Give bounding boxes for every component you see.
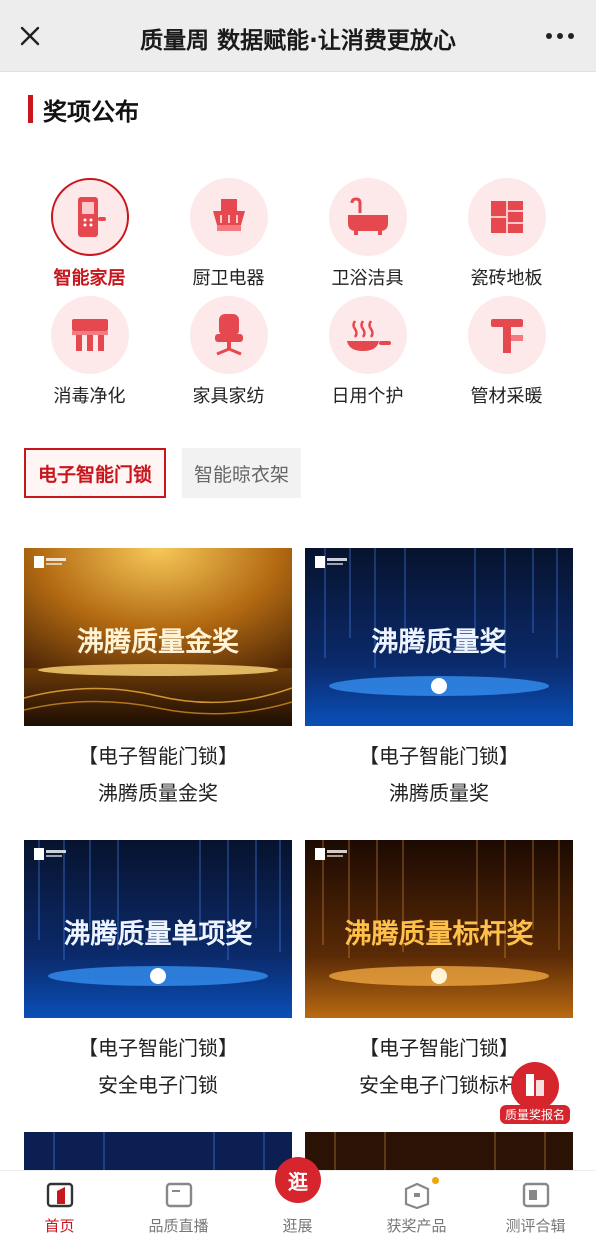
category-label: 卫浴洁具: [331, 268, 404, 289]
category-label: 消毒净化: [53, 386, 126, 407]
pan-icon: [328, 296, 407, 374]
category-furniture[interactable]: 家具家纺: [159, 296, 298, 408]
nav-label: 品质直播: [148, 1217, 209, 1235]
box-icon: [404, 1182, 429, 1209]
category-label: 家具家纺: [192, 386, 265, 407]
banner-title: 沸腾质量单项奖: [63, 919, 253, 950]
category-label: 智能家居: [53, 268, 126, 289]
category-daily-care[interactable]: 日用个护: [298, 296, 437, 408]
nav-label: 测评合辑: [505, 1217, 566, 1235]
section-title: 奖项公布: [43, 97, 139, 126]
banner-title: 沸腾质量标杆奖: [344, 919, 534, 950]
category-pipe-heating[interactable]: 管材采暖: [437, 296, 576, 408]
category-kitchen[interactable]: 厨卫电器: [159, 178, 298, 290]
award-signup-label: 质量奖报名: [500, 1105, 570, 1124]
award-signup-button[interactable]: 质量奖报名: [500, 1060, 570, 1124]
section-marker: [28, 95, 33, 123]
award-card[interactable]: 沸腾质量单项奖 【电子智能门锁】 安全电子门锁: [24, 840, 292, 1098]
card-category: 【电子智能门锁】: [78, 744, 238, 768]
category-tiles[interactable]: 瓷砖地板: [437, 178, 576, 290]
purifier-icon: [50, 296, 129, 374]
bottom-nav: 首页 品质直播 逛展 逛 获奖产品 测评合辑: [0, 1157, 596, 1246]
card-category: 【电子智能门锁】: [359, 744, 519, 768]
close-icon[interactable]: [14, 20, 46, 52]
more-icon[interactable]: [542, 22, 578, 50]
nav-awarded-products[interactable]: 获奖产品: [357, 1181, 476, 1236]
nav-home[interactable]: 首页: [0, 1181, 119, 1236]
banner-title: 沸腾质量金奖: [77, 627, 239, 658]
award-card-partial[interactable]: [305, 1132, 573, 1172]
tab-smart-drying-rack[interactable]: 智能晾衣架: [182, 448, 302, 498]
award-card[interactable]: 沸腾质量金奖 【电子智能门锁】 沸腾质量金奖: [24, 548, 292, 806]
nav-live[interactable]: 品质直播: [119, 1181, 238, 1236]
range-hood-icon: [189, 178, 268, 256]
award-logo-icon: [34, 848, 66, 860]
card-name: 沸腾质量金奖: [98, 781, 218, 805]
nav-label: 逛展: [282, 1217, 313, 1235]
card-name: 沸腾质量奖: [389, 781, 489, 805]
home-icon: [46, 1182, 73, 1208]
chair-icon: [189, 296, 268, 374]
category-purify[interactable]: 消毒净化: [20, 296, 159, 408]
award-banner: 沸腾质量奖: [305, 548, 573, 726]
tile-icon: [467, 178, 546, 256]
page-title: 质量周 数据赋能·让消费更放心: [140, 28, 456, 54]
title-bar: 质量周 数据赋能·让消费更放心: [0, 0, 596, 72]
category-label: 厨卫电器: [192, 268, 265, 289]
award-card-partial[interactable]: [24, 1132, 292, 1172]
category-label: 日用个护: [331, 386, 404, 407]
award-logo-icon: [34, 556, 66, 568]
review-icon: [522, 1182, 549, 1208]
award-banner: 沸腾质量单项奖: [24, 840, 292, 1018]
card-name: 安全电子门锁: [98, 1073, 218, 1097]
card-category: 【电子智能门锁】: [78, 1036, 238, 1060]
live-icon: [165, 1182, 192, 1208]
nav-review-collection[interactable]: 测评合辑: [476, 1181, 595, 1236]
notification-dot: [432, 1177, 439, 1184]
tab-smart-lock[interactable]: 电子智能门锁: [24, 448, 167, 498]
award-logo-icon: [315, 848, 347, 860]
award-banner: 沸腾质量金奖: [24, 548, 292, 726]
category-label: 管材采暖: [470, 386, 543, 407]
nav-label: 获奖产品: [386, 1217, 447, 1235]
expo-center-button[interactable]: 逛: [275, 1157, 321, 1203]
section-header: 奖项公布: [28, 92, 139, 126]
award-card[interactable]: 沸腾质量奖 【电子智能门锁】 沸腾质量奖: [305, 548, 573, 806]
smart-lock-icon: [50, 178, 129, 256]
award-signup-icon: [511, 1062, 559, 1110]
category-smart-home[interactable]: 智能家居: [20, 178, 159, 290]
category-label: 瓷砖地板: [470, 268, 543, 289]
bathtub-icon: [328, 178, 407, 256]
card-category: 【电子智能门锁】: [359, 1036, 519, 1060]
banner-title: 沸腾质量奖: [371, 627, 507, 658]
award-logo-icon: [315, 556, 347, 568]
category-bathroom[interactable]: 卫浴洁具: [298, 178, 437, 290]
nav-label: 首页: [44, 1217, 75, 1235]
award-banner: 沸腾质量标杆奖: [305, 840, 573, 1018]
pipe-icon: [467, 296, 546, 374]
